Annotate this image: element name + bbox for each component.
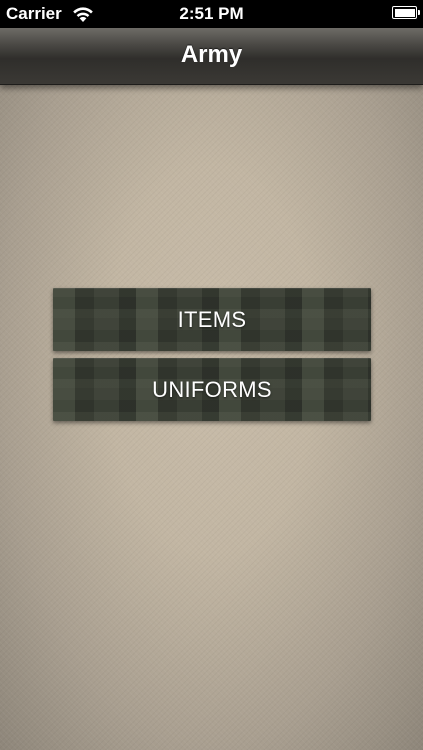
status-time: 2:51 PM (179, 4, 244, 23)
battery-icon (392, 6, 420, 19)
uniforms-button-label: UNIFORMS (152, 376, 272, 402)
uniforms-button[interactable]: UNIFORMS (53, 358, 371, 421)
page-title: Army (180, 41, 243, 68)
navigation-bar: Army (0, 28, 423, 85)
items-button[interactable]: ITEMS (53, 288, 371, 351)
status-bar: Carrier 2:51 PM (0, 0, 423, 28)
items-button-label: ITEMS (177, 306, 247, 332)
app-screen: Carrier 2:51 PM Army ITEMS UNIFORMS (0, 0, 423, 750)
